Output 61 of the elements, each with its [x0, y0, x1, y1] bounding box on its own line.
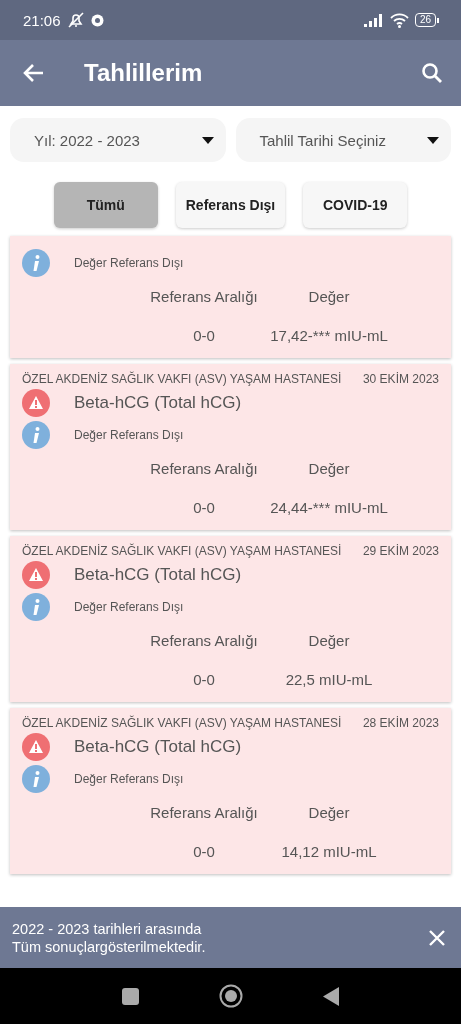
hospital-name: ÖZEL AKDENİZ SAĞLIK VAKFI (ASV) YAŞAM HASTANESİ: [22, 544, 342, 558]
back-nav-button[interactable]: [323, 986, 339, 1006]
info-icon[interactable]: [22, 593, 50, 621]
result-note: Değer Referans Dışı: [74, 772, 184, 786]
column-header: Referans Aralığı: [149, 632, 259, 649]
page-title: Tahlillerim: [84, 59, 204, 87]
result-note: Değer Referans Dışı: [74, 428, 184, 442]
caret-icon: [201, 136, 214, 144]
reference-range: 0-0: [192, 499, 216, 516]
search-button[interactable]: [421, 62, 443, 84]
info-icon[interactable]: [22, 249, 50, 277]
column-header: Referans Aralığı: [149, 804, 259, 821]
result-value: 14,12 mIU-mL: [280, 843, 378, 860]
test-name: Beta-hCG (Total hCG): [74, 393, 242, 413]
reference-range: 0-0: [192, 671, 216, 688]
result-value: 22,5 mIU-mL: [284, 671, 374, 688]
result-value: 17,42-*** mIU-mL: [269, 327, 389, 344]
result-date: 30 EKİM 2023: [362, 372, 439, 386]
result-date: 28 EKİM 2023: [362, 716, 439, 730]
back-button[interactable]: [22, 63, 44, 83]
home-button[interactable]: [219, 984, 243, 1008]
dropdown[interactable]: Yıl: 2022 - 2023: [10, 118, 226, 162]
close-button[interactable]: [429, 929, 445, 946]
info-icon[interactable]: [22, 765, 50, 793]
column-header: Değer: [307, 804, 351, 821]
filter-tab[interactable]: Tümü: [53, 182, 158, 228]
caret-icon: [427, 136, 439, 144]
column-header: Değer: [307, 288, 351, 305]
test-name: Beta-hCG (Total hCG): [74, 565, 242, 585]
warning-icon: [22, 561, 50, 589]
hospital-name: ÖZEL AKDENİZ SAĞLIK VAKFI (ASV) YAŞAM HASTANESİ: [22, 372, 342, 386]
column-header: Referans Aralığı: [149, 288, 259, 305]
result-card[interactable]: ÖZEL AKDENİZ SAĞLIK VAKFI (ASV) YAŞAM HASTANESİ 29 EKİM 2023 Beta-hCG (Total hCG) Değer Referans Dışı Referans Aralığı Değer 0-0 22,5 mIU-mL: [10, 536, 451, 702]
recents-button[interactable]: [122, 987, 139, 1005]
test-name: Beta-hCG (Total hCG): [74, 737, 242, 757]
result-card[interactable]: ÖZEL AKDENİZ SAĞLIK VAKFI (ASV) YAŞAM HASTANESİ 30 EKİM 2023 Beta-hCG (Total hCG) Değer Referans Dışı Referans Aralığı Değer 0-0 24,44-*** mIU-mL: [10, 364, 451, 530]
result-value: 24,44-*** mIU-mL: [269, 499, 389, 516]
signal-icon: [363, 13, 384, 27]
browser-icon: [90, 13, 104, 27]
hospital-name: ÖZEL AKDENİZ SAĞLIK VAKFI (ASV) YAŞAM HASTANESİ: [22, 716, 342, 730]
snackbar-message: 2022 - 2023 tarihleri arasında Tüm sonuçlargösterilmektedir.: [12, 919, 207, 956]
battery-icon: 26: [414, 13, 439, 27]
result-card[interactable]: Değer Referans Dışı Referans Aralığı Değer 0-0 17,42-*** mIU-mL: [10, 236, 451, 358]
column-header: Referans Aralığı: [149, 460, 259, 477]
result-date: 29 EKİM 2023: [362, 544, 439, 558]
muted-bell-icon: [66, 12, 85, 28]
column-header: Değer: [307, 632, 351, 649]
reference-range: 0-0: [192, 327, 216, 344]
dropdown[interactable]: Tahlil Tarihi Seçiniz: [235, 118, 451, 162]
wifi-icon: [389, 12, 409, 28]
result-note: Değer Referans Dışı: [74, 600, 184, 614]
reference-range: 0-0: [192, 843, 216, 860]
result-note: Değer Referans Dışı: [74, 256, 184, 270]
filter-tab[interactable]: Referans Dışı: [175, 182, 286, 228]
clock: 21:06: [23, 11, 61, 29]
info-icon[interactable]: [22, 421, 50, 449]
result-card[interactable]: ÖZEL AKDENİZ SAĞLIK VAKFI (ASV) YAŞAM HASTANESİ 28 EKİM 2023 Beta-hCG (Total hCG) Değer Referans Dışı Referans Aralığı Değer 0-0 14,12 mIU-mL: [10, 708, 451, 874]
filter-tab[interactable]: COVID-19: [303, 182, 408, 228]
column-header: Değer: [307, 460, 351, 477]
warning-icon: [22, 733, 50, 761]
warning-icon: [22, 389, 50, 417]
